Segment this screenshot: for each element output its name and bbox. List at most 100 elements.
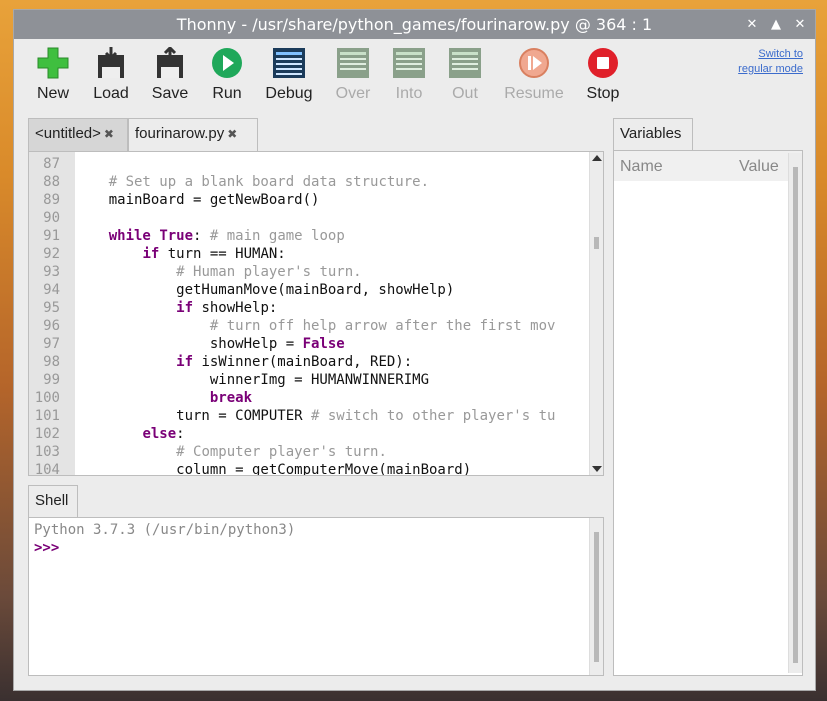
code-text: if showHelp: [176, 300, 278, 316]
floppy-save-icon [153, 46, 187, 80]
maximize-button[interactable]: ▲ [767, 14, 785, 34]
debug-button[interactable]: Debug [258, 46, 320, 103]
resume-icon [517, 46, 551, 80]
step-out-button[interactable]: Out [434, 46, 496, 103]
run-button[interactable]: Run [196, 46, 258, 103]
resume-label: Resume [504, 85, 564, 102]
line-number: 87 [43, 156, 60, 172]
line-number: 101 [34, 408, 60, 424]
step-over-icon [336, 46, 370, 80]
code-text: break [209, 390, 253, 406]
code-text: # Human player's turn. [176, 264, 362, 280]
tab-fourinarow[interactable]: fourinarow.py ✖ [128, 118, 258, 152]
stop-button[interactable]: Stop [572, 46, 634, 103]
save-label: Save [151, 85, 189, 102]
code-text: if turn == HUMAN: [142, 246, 286, 262]
line-number: 88 [43, 174, 60, 190]
line-number: 92 [43, 246, 60, 262]
toolbar: New Load Save Run Debug Over Into Out Re… [14, 40, 815, 112]
window-title: Thonny - /usr/share/python_games/fourina… [176, 15, 653, 34]
tab-fourinarow-label: fourinarow.py [135, 125, 225, 142]
line-number: 100 [34, 390, 60, 406]
code-text: # Computer player's turn. [176, 444, 387, 460]
step-into-icon [392, 46, 426, 80]
line-number: 98 [43, 354, 60, 370]
shell-scroll-thumb[interactable] [594, 532, 599, 662]
editor-scrollbar[interactable] [589, 152, 603, 475]
variables-scrollbar[interactable] [788, 153, 802, 673]
variables-header: Name Value [614, 151, 802, 181]
new-label: New [36, 85, 69, 102]
debug-icon [272, 46, 306, 80]
step-into-button[interactable]: Into [378, 46, 440, 103]
load-label: Load [93, 85, 129, 102]
switch-link-line1: Switch to [758, 48, 803, 60]
stop-icon [586, 46, 620, 80]
title-bar: Thonny - /usr/share/python_games/fourina… [14, 10, 815, 39]
debug-label: Debug [265, 85, 313, 102]
resume-button[interactable]: Resume [503, 46, 565, 103]
close-button[interactable]: ✕ [791, 14, 809, 34]
code-text: # Set up a blank board data structure. [108, 174, 430, 190]
scroll-up-icon[interactable] [592, 155, 602, 161]
code-text: # turn off help arrow after the first mo… [209, 318, 556, 334]
new-button[interactable]: New [22, 46, 84, 103]
shell-prompt: >>> [34, 540, 60, 556]
step-over-button[interactable]: Over [322, 46, 384, 103]
plus-icon [36, 46, 70, 80]
shell-panel[interactable]: Python 3.7.3 (/usr/bin/python3) >>> [28, 517, 604, 676]
line-number: 89 [43, 192, 60, 208]
line-number: 95 [43, 300, 60, 316]
minimize-button[interactable]: ✕ [743, 14, 761, 34]
stop-label: Stop [586, 85, 620, 102]
close-tab-icon[interactable]: ✖ [104, 127, 114, 141]
line-number: 97 [43, 336, 60, 352]
code-editor[interactable]: 87 88 # Set up a blank board data structu… [28, 151, 604, 476]
code-text: column = getComputerMove(mainBoard) [75, 462, 472, 476]
shell-scrollbar[interactable] [589, 518, 603, 675]
line-number: 104 [34, 462, 60, 476]
switch-link-line2: regular mode [738, 63, 803, 75]
save-button[interactable]: Save [139, 46, 201, 103]
tab-untitled-label: <untitled> [35, 125, 101, 142]
variables-scroll-thumb[interactable] [793, 167, 798, 663]
line-number: 93 [43, 264, 60, 280]
shell-version-line: Python 3.7.3 (/usr/bin/python3) [34, 522, 296, 538]
over-label: Over [335, 85, 371, 102]
floppy-load-icon [94, 46, 128, 80]
variables-panel[interactable]: Name Value [613, 150, 803, 676]
code-text: mainBoard = getNewBoard() [75, 192, 320, 208]
thonny-window: Thonny - /usr/share/python_games/fourina… [13, 9, 816, 691]
code-text: if isWinner(mainBoard, RED): [176, 354, 413, 370]
line-number: 94 [43, 282, 60, 298]
scroll-down-icon[interactable] [592, 466, 602, 472]
scroll-thumb[interactable] [594, 237, 599, 249]
step-out-icon [448, 46, 482, 80]
code-text: while True: # main game loop [108, 228, 345, 244]
line-number: 99 [43, 372, 60, 388]
code-text: turn = COMPUTER # switch to other player… [75, 408, 556, 424]
variables-value-column[interactable]: Value [739, 158, 779, 176]
code-text: getHumanMove(mainBoard, showHelp) [75, 282, 455, 298]
line-number: 91 [43, 228, 60, 244]
load-button[interactable]: Load [80, 46, 142, 103]
run-label: Run [212, 85, 242, 102]
run-icon [210, 46, 244, 80]
into-label: Into [395, 85, 423, 102]
shell-tab-label: Shell [35, 492, 69, 509]
out-label: Out [452, 85, 478, 102]
line-number: 90 [43, 210, 60, 226]
close-tab-icon[interactable]: ✖ [227, 127, 237, 141]
line-number: 102 [34, 426, 60, 442]
line-number: 96 [43, 318, 60, 334]
code-text: showHelp = False [75, 336, 345, 352]
code-text: winnerImg = HUMANWINNERIMG [75, 372, 430, 388]
switch-mode-link[interactable]: Switch to regular mode [738, 47, 803, 77]
code-text: else: [142, 426, 185, 442]
tab-variables[interactable]: Variables [613, 118, 693, 151]
tab-untitled[interactable]: <untitled> ✖ [28, 118, 128, 151]
line-number: 103 [34, 444, 60, 460]
variables-tab-label: Variables [620, 125, 682, 142]
tab-shell[interactable]: Shell [28, 485, 78, 518]
variables-name-column[interactable]: Name [620, 158, 663, 176]
